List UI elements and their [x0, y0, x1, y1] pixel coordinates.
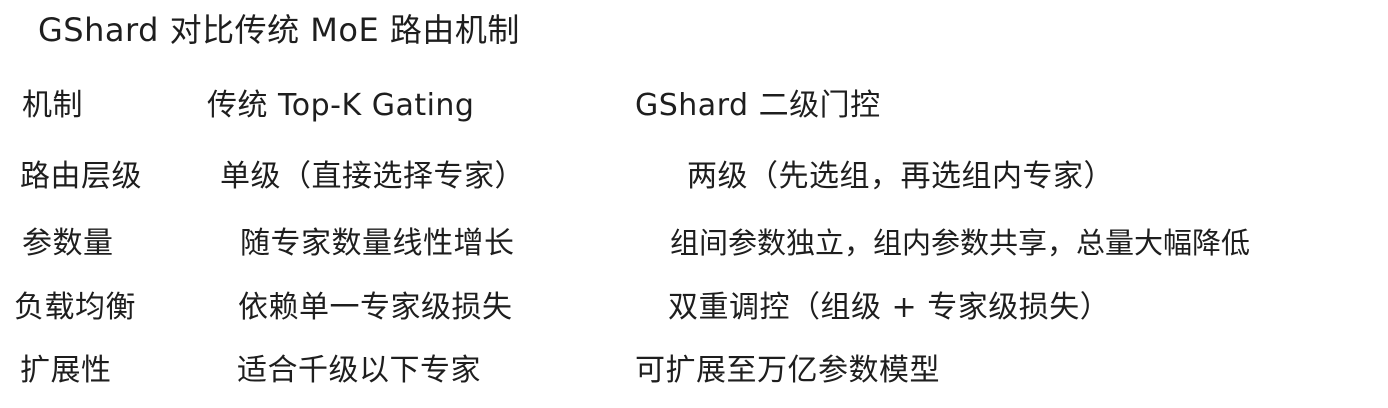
row-label-load-balance: 负载均衡 [14, 290, 136, 325]
row-label-routing-level: 路由层级 [20, 159, 142, 194]
row-gshard-param-count: 组间参数独立，组内参数共享，总量大幅降低 [670, 226, 1251, 260]
row-traditional-routing-level: 单级（直接选择专家） [220, 159, 525, 194]
header-traditional: 传统 Top-K Gating [207, 88, 475, 123]
row-label-param-count: 参数量 [22, 226, 114, 261]
row-gshard-load-balance: 双重调控（组级 + 专家级损失） [668, 290, 1111, 325]
row-gshard-scalability: 可扩展至万亿参数模型 [635, 353, 940, 388]
diagram-title: GShard 对比传统 MoE 路由机制 [38, 11, 520, 49]
row-traditional-param-count: 随专家数量线性增长 [240, 226, 515, 261]
header-gshard: GShard 二级门控 [635, 88, 881, 123]
row-gshard-routing-level: 两级（先选组，再选组内专家） [687, 159, 1114, 194]
header-mechanism: 机制 [22, 88, 83, 123]
row-traditional-load-balance: 依赖单一专家级损失 [238, 290, 513, 325]
row-label-scalability: 扩展性 [20, 353, 112, 388]
row-traditional-scalability: 适合千级以下专家 [237, 353, 481, 388]
